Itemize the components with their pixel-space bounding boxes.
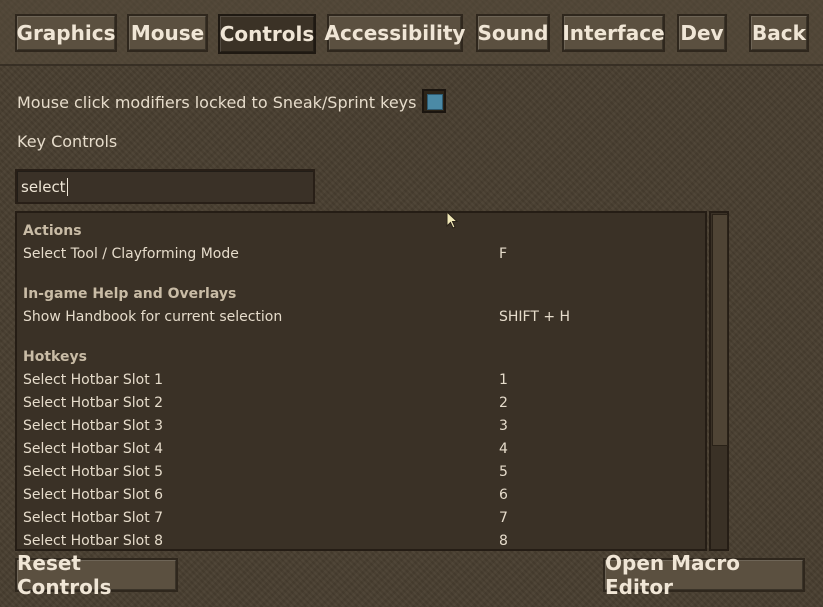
back-button[interactable]: Back bbox=[749, 14, 809, 52]
list-item[interactable]: Select Hotbar Slot 3 3 bbox=[23, 418, 703, 440]
text-caret bbox=[66, 177, 68, 196]
list-item[interactable]: Select Hotbar Slot 1 1 bbox=[23, 372, 703, 394]
list-item[interactable]: Select Hotbar Slot 5 5 bbox=[23, 464, 703, 486]
tab-accessibility[interactable]: Accessibility bbox=[325, 14, 465, 52]
keybind-name: Select Hotbar Slot 3 bbox=[23, 418, 164, 434]
tab-controls[interactable]: Controls bbox=[218, 14, 316, 54]
keybind-name: Select Tool / Clayforming Mode bbox=[23, 246, 239, 262]
list-item[interactable]: Show Handbook for current selection SHIF… bbox=[23, 309, 703, 331]
search-value: select bbox=[21, 177, 66, 196]
keybind-name: Select Hotbar Slot 5 bbox=[23, 464, 164, 480]
search-input[interactable]: select bbox=[15, 169, 315, 204]
tab-sound[interactable]: Sound bbox=[476, 14, 550, 52]
keybind-name: Select Hotbar Slot 8 bbox=[23, 533, 164, 549]
mouse-cursor-icon bbox=[446, 211, 459, 229]
tab-mouse[interactable]: Mouse bbox=[127, 14, 208, 52]
group-title: Hotkeys bbox=[23, 349, 87, 365]
keybind-name: Select Hotbar Slot 7 bbox=[23, 510, 164, 526]
list-item[interactable]: Select Hotbar Slot 7 7 bbox=[23, 510, 703, 532]
list-item[interactable]: Select Hotbar Slot 2 2 bbox=[23, 395, 703, 417]
keybind-list[interactable]: Actions Select Tool / Clayforming Mode F… bbox=[15, 211, 707, 551]
keybind-name: Show Handbook for current selection bbox=[23, 309, 283, 325]
keybind-key: 2 bbox=[499, 395, 508, 411]
list-item[interactable]: Select Hotbar Slot 6 6 bbox=[23, 487, 703, 509]
reset-controls-button[interactable]: Reset Controls bbox=[15, 551, 178, 599]
toggle-indicator bbox=[427, 94, 443, 110]
keybind-key: 6 bbox=[499, 487, 508, 503]
keybind-key: F bbox=[499, 246, 508, 262]
keybind-key: 1 bbox=[499, 372, 508, 388]
tab-interface[interactable]: Interface bbox=[562, 14, 665, 52]
mouse-modifier-label: Mouse click modifiers locked to Sneak/Sp… bbox=[17, 93, 417, 112]
keybind-key: 5 bbox=[499, 464, 508, 480]
keybind-name: Select Hotbar Slot 2 bbox=[23, 395, 164, 411]
key-controls-label: Key Controls bbox=[17, 132, 118, 151]
keybind-name: Select Hotbar Slot 4 bbox=[23, 441, 164, 457]
scrollbar-thumb[interactable] bbox=[712, 214, 728, 446]
group-title: Actions bbox=[23, 223, 82, 239]
keybind-key: SHIFT + H bbox=[499, 309, 571, 325]
keybind-key: 8 bbox=[499, 533, 508, 549]
open-macro-editor-button[interactable]: Open Macro Editor bbox=[603, 551, 805, 599]
mouse-modifier-toggle[interactable] bbox=[422, 89, 446, 113]
list-item[interactable]: Select Hotbar Slot 8 8 bbox=[23, 533, 703, 549]
keybind-key: 7 bbox=[499, 510, 508, 526]
keybind-name: Select Hotbar Slot 6 bbox=[23, 487, 164, 503]
list-scrollbar[interactable] bbox=[709, 211, 729, 551]
tab-graphics[interactable]: Graphics bbox=[15, 14, 117, 52]
group-title: In-game Help and Overlays bbox=[23, 286, 237, 302]
list-item[interactable]: Select Tool / Clayforming Mode F bbox=[23, 246, 703, 268]
list-item[interactable]: Select Hotbar Slot 4 4 bbox=[23, 441, 703, 463]
keybind-key: 3 bbox=[499, 418, 508, 434]
tab-dev[interactable]: Dev bbox=[677, 14, 727, 52]
keybind-name: Select Hotbar Slot 1 bbox=[23, 372, 164, 388]
keybind-key: 4 bbox=[499, 441, 508, 457]
